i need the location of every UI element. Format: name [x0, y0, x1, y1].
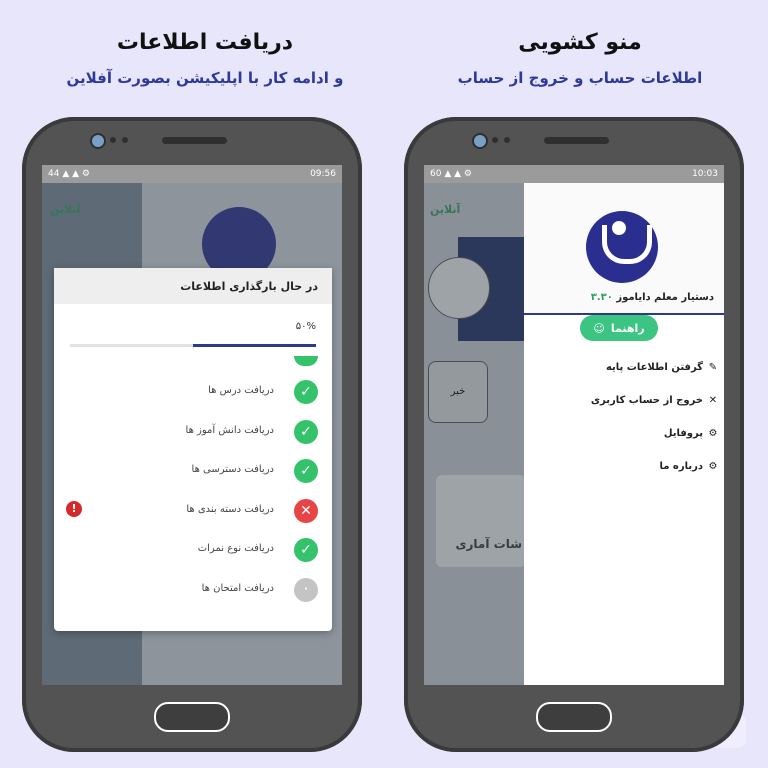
drawer-menu-label: پروفایل	[663, 428, 703, 439]
app-logo-icon	[586, 211, 658, 283]
sync-item-label: دریافت دسته بندی ها	[186, 503, 274, 515]
close-icon: ✕	[708, 395, 718, 406]
help-button[interactable]: راهنما ☺	[580, 315, 658, 341]
sync-item: دریافت دسترسی ها ✓	[54, 451, 332, 491]
right-phone: 60 ▲ ▲ ⚙ 10:03 آنلاین خبر شات آماری دستی…	[404, 117, 744, 752]
app-content: آنلاین خبر شات آماری دستیار معلم دایاموز…	[424, 183, 724, 685]
home-button[interactable]	[536, 702, 612, 732]
loading-dialog: در حال بارگذاری اطلاعات ۵۰% دریافت درس ه…	[54, 268, 332, 631]
drawer-menu-label: درباره ما	[659, 461, 704, 472]
dialog-title: در حال بارگذاری اطلاعات	[54, 268, 332, 304]
sync-item-label: دریافت درس ها	[208, 385, 274, 396]
left-heading: دریافت اطلاعات و ادامه کار با اپلیکیشن ب…	[20, 30, 390, 87]
left-title: دریافت اطلاعات	[116, 30, 294, 55]
speaker-grille	[162, 137, 227, 144]
progress-fill	[193, 344, 316, 347]
help-label: راهنما	[610, 321, 645, 335]
pencil-icon: ✎	[708, 362, 718, 373]
sync-item-label: دریافت دسترسی ها	[191, 464, 274, 475]
app-name-label: دستیار معلم دایاموز ۳.۳۰	[591, 292, 714, 303]
sync-item: دریافت دانش آموز ها ✓	[54, 412, 332, 452]
drawer-menu-item[interactable]: ✕ خروج از حساب کاربری	[524, 384, 724, 417]
camera-icon	[472, 133, 488, 149]
navigation-drawer: دستیار معلم دایاموز ۳.۳۰ راهنما ☺ ✎ گرفتن…	[524, 183, 724, 685]
check-icon: ✓	[294, 419, 318, 444]
right-screen: 60 ▲ ▲ ⚙ 10:03 آنلاین خبر شات آماری دستی…	[424, 165, 724, 685]
sync-item-label: دریافت امتحان ها	[201, 582, 274, 594]
progress-bar	[70, 344, 316, 347]
drawer-menu: ✎ گرفتن اطلاعات پایه ✕ خروج از حساب کاربری ⚙…	[524, 351, 724, 483]
app-name: دستیار معلم دایاموز	[616, 292, 714, 303]
right-subtitle: اطلاعات حساب و خروج از حساب	[457, 69, 703, 87]
left-subtitle: و ادامه کار با اپلیکیشن بصورت آفلاین	[66, 69, 344, 87]
home-button[interactable]	[154, 702, 230, 732]
help-icon: ☺	[593, 321, 605, 335]
drawer-header: دستیار معلم دایاموز ۳.۳۰	[524, 183, 724, 315]
sync-item-label: دریافت دانش آموز ها	[185, 424, 274, 436]
status-time: 09:56	[310, 169, 336, 179]
sync-item: دریافت درس ها ✓	[54, 372, 332, 412]
status-icons: 60 ▲ ▲ ⚙	[430, 169, 472, 179]
status-bar: 44 ▲ ▲ ⚙ 09:56	[42, 165, 342, 183]
warning-icon[interactable]: !	[66, 500, 82, 517]
error-icon: ✕	[294, 498, 318, 523]
drawer-menu-item[interactable]: ⚙ پروفایل	[524, 417, 724, 450]
app-version: ۳.۳۰	[590, 292, 613, 303]
status-icons: 44 ▲ ▲ ⚙	[48, 169, 90, 179]
sensor-dot	[492, 137, 498, 143]
sync-item-label: دریافت نوع نمرات	[197, 543, 274, 554]
speaker-grille	[544, 137, 609, 144]
check-icon: ✓	[294, 380, 318, 404]
drawer-menu-label: خروج از حساب کاربری	[590, 395, 703, 406]
pending-icon: ·	[294, 577, 318, 602]
drawer-menu-label: گرفتن اطلاعات پایه	[605, 362, 703, 373]
progress-percent: ۵۰%	[295, 321, 316, 332]
sync-items-list: دریافت درس ها ✓ دریافت دانش آموز ها ✓ دریافت…	[54, 372, 332, 609]
app-content: آنلاین در حال بارگذاری اطلاعات ۵۰% دریاف…	[42, 183, 342, 685]
status-bar: 60 ▲ ▲ ⚙ 10:03	[424, 165, 724, 183]
left-screen: 44 ▲ ▲ ⚙ 09:56 آنلاین در حال بارگذاری اط…	[42, 165, 342, 685]
sensor-dot	[122, 137, 128, 143]
sensor-dot	[504, 137, 510, 143]
sensor-dot	[110, 137, 116, 143]
status-time: 10:03	[692, 169, 718, 179]
right-title: منو کشویی	[518, 30, 642, 55]
gear-icon: ⚙	[708, 461, 718, 472]
gear-icon: ⚙	[708, 428, 718, 439]
drawer-menu-item[interactable]: ⚙ درباره ما	[524, 450, 724, 483]
check-icon: ✓	[294, 538, 318, 562]
check-icon	[294, 356, 318, 366]
check-icon: ✓	[294, 459, 318, 483]
right-heading: منو کشویی اطلاعات حساب و خروج از حساب	[395, 30, 765, 87]
sync-item: دریافت دسته بندی ها ✕!	[54, 491, 332, 531]
sync-item: دریافت نوع نمرات ✓	[54, 530, 332, 570]
sync-item: دریافت امتحان ها ·	[54, 570, 332, 610]
camera-icon	[90, 133, 106, 149]
left-phone: 44 ▲ ▲ ⚙ 09:56 آنلاین در حال بارگذاری اط…	[22, 117, 362, 752]
drawer-menu-item[interactable]: ✎ گرفتن اطلاعات پایه	[524, 351, 724, 384]
